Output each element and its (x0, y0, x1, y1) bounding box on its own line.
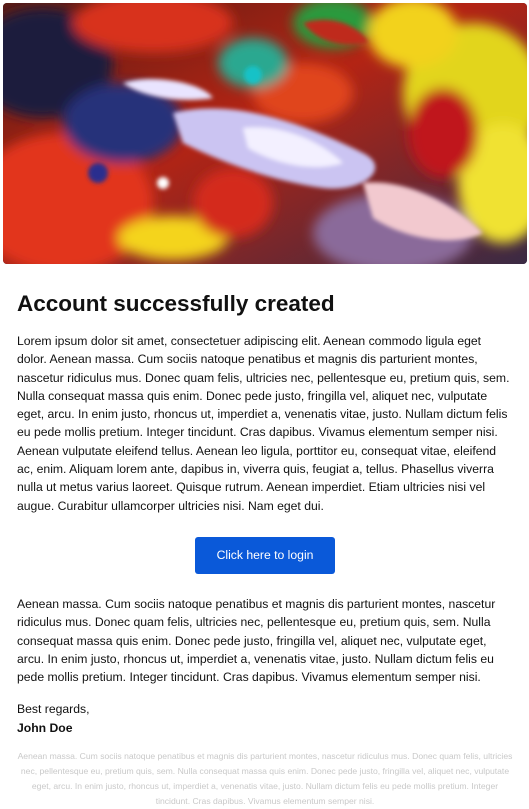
email-content: Account successfully created Lorem ipsum… (17, 290, 513, 737)
button-container: Click here to login (17, 536, 513, 574)
body-paragraph-2: Aenean massa. Cum sociis natoque penatib… (17, 596, 496, 685)
login-button[interactable]: Click here to login (195, 536, 335, 574)
page-title: Account successfully created (17, 291, 335, 316)
footer-text: Aenean massa. Cum sociis natoque penatib… (17, 751, 513, 806)
hero-image (3, 3, 527, 264)
signer-name: John Doe (17, 720, 73, 735)
email-body: Account successfully created Lorem ipsum… (0, 0, 529, 806)
closing-line: Best regards, (17, 702, 90, 717)
body-paragraph-1: Lorem ipsum dolor sit amet, consectetuer… (17, 334, 510, 513)
